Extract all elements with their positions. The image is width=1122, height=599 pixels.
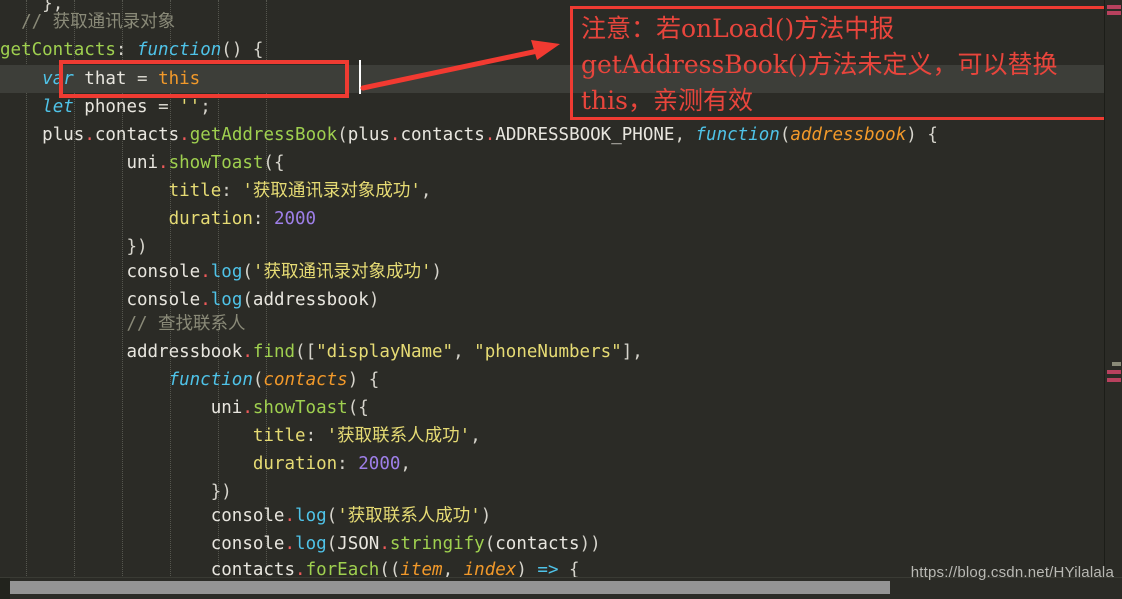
annotation-callout: 注意：若onLoad()方法中报 getAddressBook()方法未定义，可… [570, 6, 1116, 120]
code-line[interactable]: title: '获取通讯录对象成功', [0, 177, 1105, 205]
code-line[interactable]: // 查找联系人 [0, 310, 1105, 338]
annotation-line: 注意：若onLoad()方法中报 [581, 14, 895, 43]
annotation-line: this，亲测有效 [581, 86, 753, 115]
code-line[interactable]: }) [0, 233, 1105, 261]
gutter-marker[interactable] [1107, 5, 1121, 9]
code-line[interactable]: addressbook.find(["displayName", "phoneN… [0, 338, 1105, 366]
code-line[interactable]: console.log('获取联系人成功') [0, 502, 1105, 530]
annotation-line: getAddressBook()方法未定义，可以替换 [581, 50, 1058, 79]
code-line[interactable]: duration: 2000 [0, 205, 1105, 233]
gutter-marker[interactable] [1107, 370, 1121, 374]
code-editor-window: }, // 获取通讯录对象 getContacts: function() { … [0, 0, 1122, 599]
code-line[interactable]: uni.showToast({ [0, 394, 1105, 422]
gutter-marker[interactable] [1112, 362, 1121, 366]
code-line[interactable]: console.log(JSON.stringify(contacts)) [0, 530, 1105, 558]
watermark: https://blog.csdn.net/HYilalala [910, 564, 1114, 581]
code-line[interactable]: function(contacts) { [0, 366, 1105, 394]
gutter-marker[interactable] [1107, 11, 1121, 15]
gutter-marker[interactable] [1107, 378, 1121, 382]
marker-gutter[interactable] [1104, 0, 1122, 578]
code-line[interactable]: title: '获取联系人成功', [0, 422, 1105, 450]
text-caret [359, 60, 361, 94]
horizontal-scrollbar-thumb[interactable] [10, 581, 890, 594]
scrollbar-corner [0, 578, 10, 599]
code-line[interactable]: plus.contacts.getAddressBook(plus.contac… [0, 121, 1105, 149]
code-line[interactable]: uni.showToast({ [0, 149, 1105, 177]
code-line[interactable]: duration: 2000, [0, 450, 1105, 478]
code-line[interactable]: console.log('获取通讯录对象成功') [0, 258, 1105, 286]
